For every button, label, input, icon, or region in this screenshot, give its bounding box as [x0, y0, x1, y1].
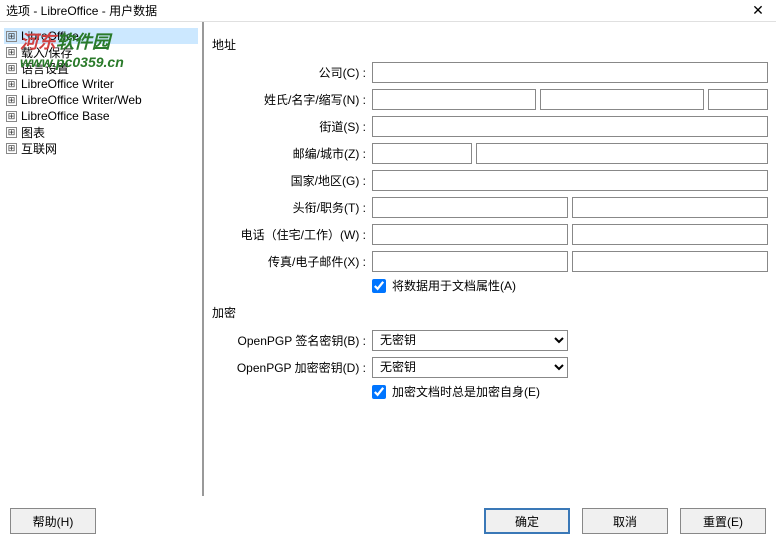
label-company: 公司(C) : [212, 64, 372, 81]
tree-label: LibreOffice Writer/Web [21, 93, 142, 107]
tree-label: 载入/保存 [21, 44, 72, 61]
encrypt-self-label: 加密文档时总是加密自身(E) [392, 383, 540, 400]
tree-label: LibreOffice [21, 29, 79, 43]
email-input[interactable] [572, 251, 768, 272]
expand-icon[interactable]: ⊞ [6, 111, 17, 122]
tree-item-internet[interactable]: ⊞ 互联网 [4, 140, 198, 156]
fax-input[interactable] [372, 251, 568, 272]
tree-label: 语言设置 [21, 60, 69, 77]
tree-item-base[interactable]: ⊞ LibreOffice Base [4, 108, 198, 124]
expand-icon[interactable]: ⊞ [6, 95, 17, 106]
expand-icon[interactable]: ⊞ [6, 31, 17, 42]
address-group-title: 地址 [212, 36, 770, 53]
sidebar-tree[interactable]: ⊞ LibreOffice ⊞ 载入/保存 ⊞ 语言设置 ⊞ LibreOffi… [0, 22, 204, 496]
initials-input[interactable] [708, 89, 768, 110]
lastname-input[interactable] [372, 89, 536, 110]
title-input[interactable] [372, 197, 568, 218]
titlebar: 选项 - LibreOffice - 用户数据 ✕ [0, 0, 776, 22]
zip-input[interactable] [372, 143, 472, 164]
country-input[interactable] [372, 170, 768, 191]
content-panel: 地址 公司(C) : 姓氏/名字/缩写(N) : 街道(S) : 邮编/城市(Z… [204, 22, 776, 496]
label-name: 姓氏/名字/缩写(N) : [212, 91, 372, 108]
tree-label: 互联网 [21, 140, 57, 157]
expand-icon[interactable]: ⊞ [6, 127, 17, 138]
tree-item-language[interactable]: ⊞ 语言设置 [4, 60, 198, 76]
label-pgp-sign: OpenPGP 签名密钥(B) : [212, 332, 372, 349]
label-phone: 电话（住宅/工作）(W) : [212, 226, 372, 243]
reset-button[interactable]: 重置(E) [680, 508, 766, 534]
label-pgp-encrypt: OpenPGP 加密密钥(D) : [212, 359, 372, 376]
help-button[interactable]: 帮助(H) [10, 508, 96, 534]
tree-item-writer-web[interactable]: ⊞ LibreOffice Writer/Web [4, 92, 198, 108]
tree-label: LibreOffice Writer [21, 77, 114, 91]
encrypt-group-title: 加密 [212, 304, 770, 321]
label-street: 街道(S) : [212, 118, 372, 135]
firstname-input[interactable] [540, 89, 704, 110]
tree-item-charts[interactable]: ⊞ 图表 [4, 124, 198, 140]
encrypt-self-checkbox[interactable] [372, 385, 386, 399]
work-phone-input[interactable] [572, 224, 768, 245]
tree-item-writer[interactable]: ⊞ LibreOffice Writer [4, 76, 198, 92]
pgp-sign-select[interactable]: 无密钥 [372, 330, 568, 351]
tree-item-load-save[interactable]: ⊞ 载入/保存 [4, 44, 198, 60]
label-zipcity: 邮编/城市(Z) : [212, 145, 372, 162]
tree-item-libreoffice[interactable]: ⊞ LibreOffice [4, 28, 198, 44]
dialog-footer: 帮助(H) 确定 取消 重置(E) [0, 496, 776, 546]
ok-button[interactable]: 确定 [484, 508, 570, 534]
position-input[interactable] [572, 197, 768, 218]
expand-icon[interactable]: ⊞ [6, 79, 17, 90]
tree-label: LibreOffice Base [21, 109, 110, 123]
expand-icon[interactable]: ⊞ [6, 47, 17, 58]
street-input[interactable] [372, 116, 768, 137]
label-country: 国家/地区(G) : [212, 172, 372, 189]
pgp-encrypt-select[interactable]: 无密钥 [372, 357, 568, 378]
cancel-button[interactable]: 取消 [582, 508, 668, 534]
close-icon[interactable]: ✕ [746, 2, 770, 20]
label-title: 头衔/职务(T) : [212, 199, 372, 216]
city-input[interactable] [476, 143, 768, 164]
use-for-doc-checkbox[interactable] [372, 279, 386, 293]
expand-icon[interactable]: ⊞ [6, 143, 17, 154]
label-fax: 传真/电子邮件(X) : [212, 253, 372, 270]
expand-icon[interactable]: ⊞ [6, 63, 17, 74]
window-title: 选项 - LibreOffice - 用户数据 [6, 2, 157, 19]
use-for-doc-label: 将数据用于文档属性(A) [392, 277, 516, 294]
company-input[interactable] [372, 62, 768, 83]
home-phone-input[interactable] [372, 224, 568, 245]
tree-label: 图表 [21, 124, 45, 141]
